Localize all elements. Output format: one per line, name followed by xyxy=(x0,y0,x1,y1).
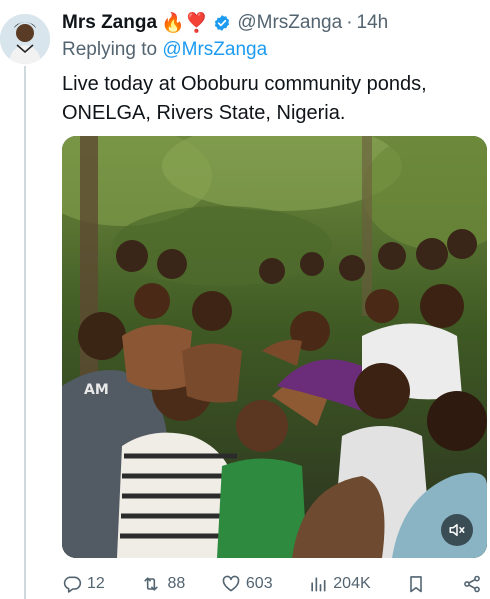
bookmark-icon xyxy=(410,576,423,593)
views-chart-icon xyxy=(311,577,326,592)
mute-toggle-button[interactable] xyxy=(441,514,473,546)
replying-mention-link[interactable]: @MrsZanga xyxy=(162,39,267,60)
avatar[interactable] xyxy=(0,14,50,64)
author-name[interactable]: Mrs Zanga xyxy=(62,12,157,34)
like-count: 603 xyxy=(245,575,273,592)
views-count: 204K xyxy=(333,575,371,592)
retweet-icon xyxy=(144,577,159,591)
reply-button[interactable]: 12 xyxy=(62,574,105,594)
share-icon xyxy=(464,575,480,593)
verified-badge-icon xyxy=(213,14,231,32)
replying-to-line: Replying to @MrsZanga xyxy=(62,39,267,61)
views-button[interactable]: 204K xyxy=(308,574,371,594)
tweet-header: Mrs Zanga 🔥❣️ @MrsZanga · 14h xyxy=(62,10,482,36)
author-handle[interactable]: @MrsZanga xyxy=(237,12,342,34)
speaker-mute-icon xyxy=(449,524,465,536)
share-button[interactable] xyxy=(462,574,482,594)
author-emojis: 🔥❣️ xyxy=(161,13,209,34)
tweet-text: Live today at Oboburu community ponds, O… xyxy=(62,73,427,124)
heart-icon xyxy=(222,575,240,592)
replying-prefix: Replying to xyxy=(62,39,158,60)
separator-dot: · xyxy=(346,12,353,33)
retweet-count: 88 xyxy=(167,575,186,592)
avatar-image xyxy=(0,14,50,64)
svg-text:AM: AM xyxy=(84,382,109,398)
tweet-timestamp[interactable]: 14h xyxy=(357,12,389,34)
reply-count: 12 xyxy=(87,575,105,592)
video-frame: AM xyxy=(62,136,487,558)
tweet-video[interactable]: AM xyxy=(62,136,487,558)
tweet-action-bar: 12 88 603 204K xyxy=(62,570,482,598)
thread-line xyxy=(24,66,26,599)
like-button[interactable]: 603 xyxy=(221,574,273,594)
bookmark-button[interactable] xyxy=(406,574,426,594)
retweet-button[interactable]: 88 xyxy=(140,574,185,594)
reply-icon xyxy=(63,576,82,593)
